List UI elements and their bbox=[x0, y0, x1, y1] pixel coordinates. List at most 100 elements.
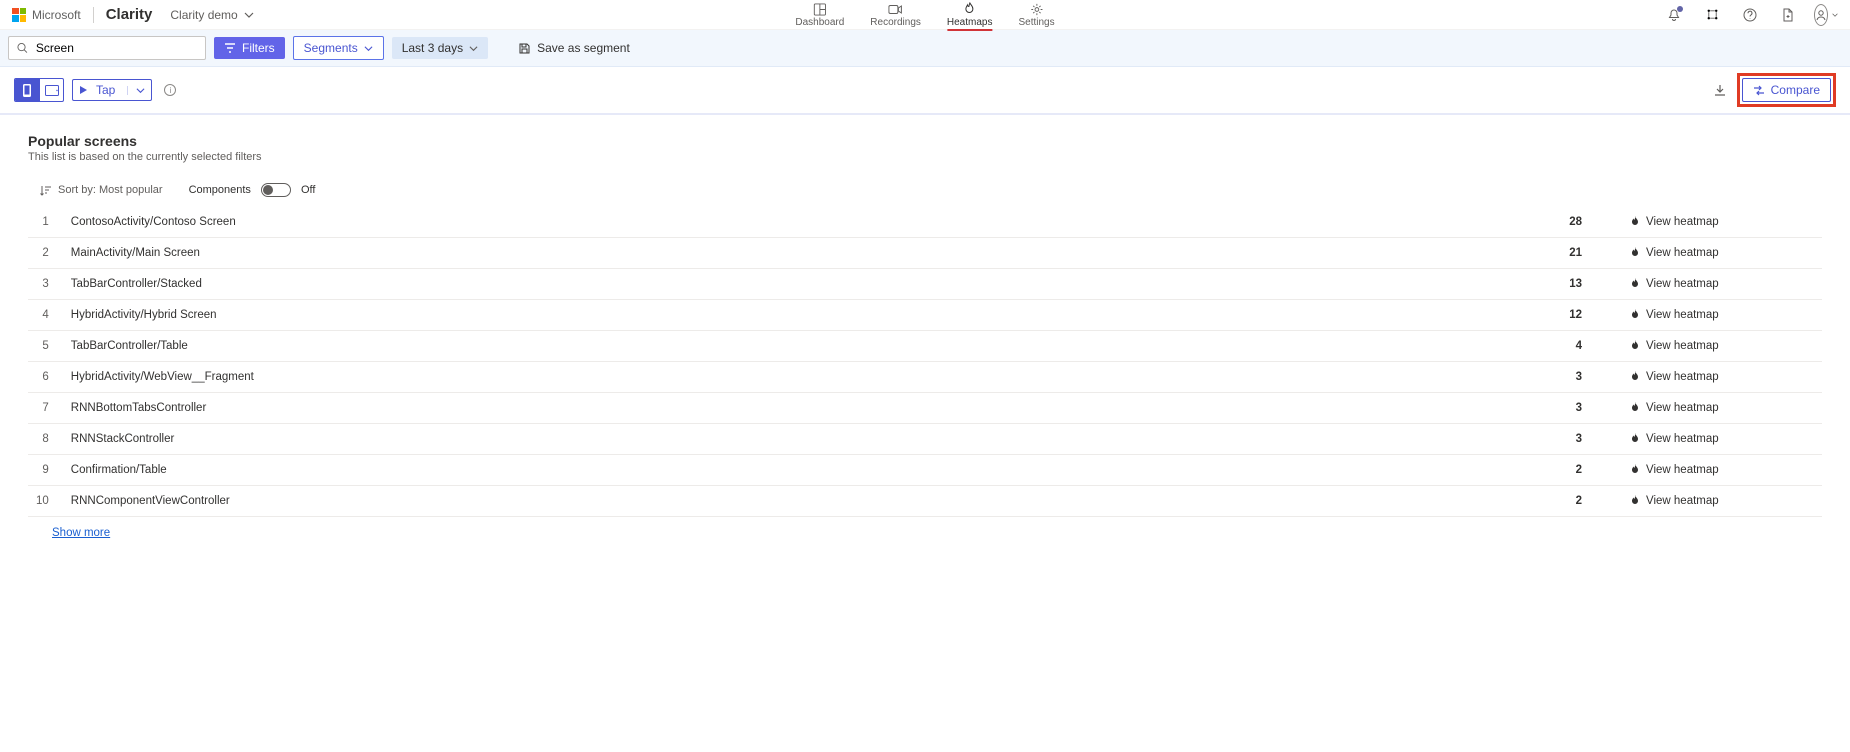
row-count: 21 bbox=[1561, 238, 1622, 269]
screens-table: 1ContosoActivity/Contoso Screen28View he… bbox=[28, 207, 1822, 517]
table-row[interactable]: 6HybridActivity/WebView__Fragment3View h… bbox=[28, 362, 1822, 393]
account-menu[interactable] bbox=[1814, 3, 1838, 27]
flame-icon bbox=[1630, 402, 1640, 414]
row-screen-name: RNNBottomTabsController bbox=[63, 393, 1561, 424]
apps-icon bbox=[1706, 8, 1719, 21]
interaction-type-dropdown[interactable]: Tap bbox=[72, 79, 152, 101]
chevron-down-icon bbox=[1832, 10, 1838, 20]
project-selector[interactable]: Clarity demo bbox=[170, 8, 253, 22]
view-heatmap-link[interactable]: View heatmap bbox=[1630, 495, 1814, 507]
row-index: 10 bbox=[28, 486, 63, 517]
view-heatmap-link[interactable]: View heatmap bbox=[1630, 433, 1814, 445]
table-row[interactable]: 5TabBarController/Table4 View heatmap bbox=[28, 331, 1822, 362]
row-screen-name: TabBarController/Stacked bbox=[63, 269, 1561, 300]
list-controls: Sort by: Most popular Components Off bbox=[40, 183, 1822, 197]
download-icon bbox=[1713, 83, 1727, 97]
document-button[interactable] bbox=[1776, 3, 1800, 27]
chevron-down-icon bbox=[244, 10, 254, 20]
chevron-down-icon bbox=[469, 44, 478, 53]
save-icon bbox=[518, 42, 531, 55]
project-name: Clarity demo bbox=[170, 8, 237, 22]
table-row[interactable]: 7RNNBottomTabsController3View heatmap bbox=[28, 393, 1822, 424]
heatmap-toolbar: Tap i Compare bbox=[0, 67, 1850, 115]
table-row[interactable]: 4HybridActivity/Hybrid Screen12View heat… bbox=[28, 300, 1822, 331]
device-tablet-button[interactable] bbox=[39, 79, 63, 101]
row-index: 1 bbox=[28, 207, 63, 238]
view-heatmap-link[interactable]: View heatmap bbox=[1630, 340, 1814, 352]
view-heatmap-link[interactable]: View heatmap bbox=[1630, 247, 1814, 259]
table-row[interactable]: 3TabBarController/Stacked13View heatmap bbox=[28, 269, 1822, 300]
row-count: 2 bbox=[1561, 455, 1622, 486]
view-heatmap-link[interactable]: View heatmap bbox=[1630, 278, 1814, 290]
row-index: 4 bbox=[28, 300, 63, 331]
nav-dashboard[interactable]: Dashboard bbox=[793, 2, 846, 28]
app-header: Microsoft Clarity Clarity demo Dashboard… bbox=[0, 0, 1850, 30]
table-row[interactable]: 2MainActivity/Main Screen21View heatmap bbox=[28, 238, 1822, 269]
row-count: 2 bbox=[1561, 486, 1622, 517]
brand-product: Clarity bbox=[106, 6, 153, 23]
chevron-down-icon bbox=[364, 44, 373, 53]
flame-icon bbox=[1630, 216, 1640, 228]
dashboard-icon bbox=[813, 2, 827, 16]
search-input[interactable] bbox=[34, 40, 197, 56]
chevron-down-icon bbox=[127, 86, 145, 95]
notifications-button[interactable] bbox=[1662, 3, 1686, 27]
sort-button[interactable]: Sort by: Most popular bbox=[40, 184, 163, 196]
row-index: 5 bbox=[28, 331, 63, 362]
table-row[interactable]: 8RNNStackController3View heatmap bbox=[28, 424, 1822, 455]
row-screen-name: ContosoActivity/Contoso Screen bbox=[63, 207, 1561, 238]
flame-icon bbox=[1630, 309, 1640, 321]
flame-icon bbox=[1630, 433, 1640, 445]
apps-button[interactable] bbox=[1700, 3, 1724, 27]
view-heatmap-link[interactable]: View heatmap bbox=[1630, 402, 1814, 414]
show-more-link[interactable]: Show more bbox=[52, 527, 110, 539]
search-input-wrap[interactable] bbox=[8, 36, 206, 60]
row-screen-name: TabBarController/Table bbox=[63, 331, 1561, 362]
row-screen-name: Confirmation/Table bbox=[63, 455, 1561, 486]
nav-settings[interactable]: Settings bbox=[1016, 2, 1056, 28]
view-heatmap-link[interactable]: View heatmap bbox=[1630, 216, 1814, 228]
compare-icon bbox=[1753, 85, 1765, 96]
save-segment-button[interactable]: Save as segment bbox=[508, 37, 640, 59]
page-subtitle: This list is based on the currently sele… bbox=[28, 151, 1822, 163]
table-row[interactable]: 1ContosoActivity/Contoso Screen28View he… bbox=[28, 207, 1822, 238]
help-button[interactable] bbox=[1738, 3, 1762, 27]
play-icon bbox=[79, 85, 88, 95]
segments-dropdown[interactable]: Segments bbox=[293, 36, 384, 60]
sort-icon bbox=[40, 185, 52, 196]
filters-button[interactable]: Filters bbox=[214, 37, 285, 59]
row-screen-name: RNNComponentViewController bbox=[63, 486, 1561, 517]
row-index: 3 bbox=[28, 269, 63, 300]
row-count: 12 bbox=[1561, 300, 1622, 331]
table-row[interactable]: 9Confirmation/Table2 View heatmap bbox=[28, 455, 1822, 486]
download-button[interactable] bbox=[1713, 83, 1727, 97]
device-toggle bbox=[14, 78, 64, 102]
view-heatmap-link[interactable]: View heatmap bbox=[1630, 371, 1814, 383]
flame-icon bbox=[1630, 371, 1640, 383]
row-count: 4 bbox=[1561, 331, 1622, 362]
flame-icon bbox=[1630, 495, 1640, 507]
row-index: 9 bbox=[28, 455, 63, 486]
components-toggle-state: Off bbox=[301, 184, 315, 196]
row-index: 8 bbox=[28, 424, 63, 455]
view-heatmap-link[interactable]: View heatmap bbox=[1630, 464, 1814, 476]
nav-recordings[interactable]: Recordings bbox=[868, 2, 923, 28]
settings-icon bbox=[1030, 2, 1044, 16]
heatmaps-icon bbox=[963, 2, 977, 16]
components-toggle-row: Components Off bbox=[189, 183, 316, 197]
row-index: 2 bbox=[28, 238, 63, 269]
flame-icon bbox=[1630, 278, 1640, 290]
view-heatmap-link[interactable]: View heatmap bbox=[1630, 309, 1814, 321]
divider bbox=[93, 7, 94, 23]
table-row[interactable]: 10RNNComponentViewController2 View heatma… bbox=[28, 486, 1822, 517]
nav-heatmaps[interactable]: Heatmaps bbox=[945, 2, 995, 31]
components-toggle[interactable] bbox=[261, 183, 291, 197]
compare-button[interactable]: Compare bbox=[1742, 78, 1831, 102]
row-count: 3 bbox=[1561, 362, 1622, 393]
date-range-dropdown[interactable]: Last 3 days bbox=[392, 37, 488, 59]
device-mobile-button[interactable] bbox=[15, 79, 39, 101]
filter-bar: Filters Segments Last 3 days Save as seg… bbox=[0, 30, 1850, 67]
tablet-icon bbox=[45, 85, 59, 96]
page-title: Popular screens bbox=[28, 133, 1822, 149]
info-button[interactable]: i bbox=[164, 84, 176, 96]
